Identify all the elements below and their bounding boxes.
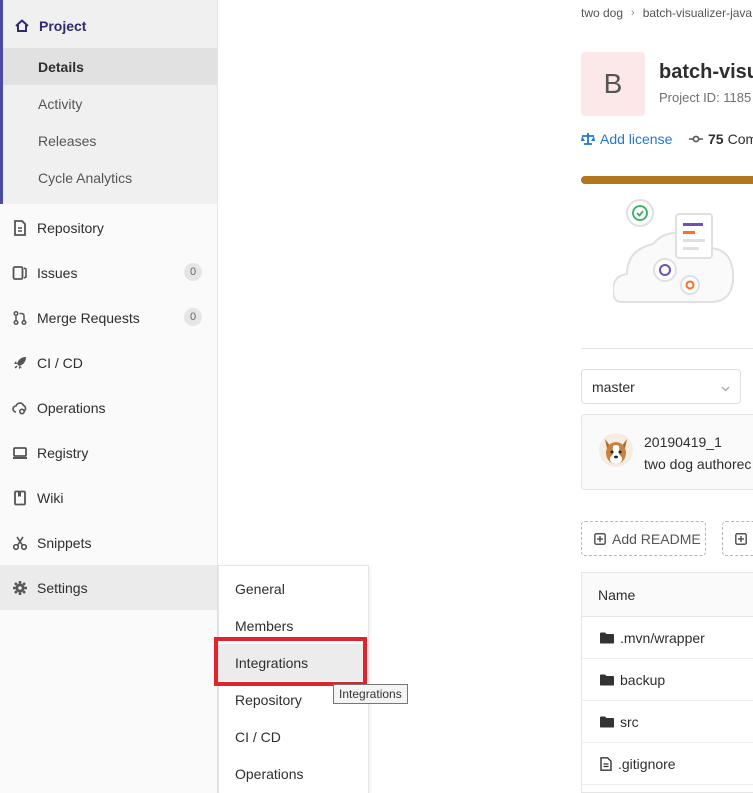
sidebar-item-ci-cd[interactable]: CI / CD	[0, 340, 217, 385]
commit-icon	[689, 131, 703, 147]
sidebar-item-snippets[interactable]: Snippets	[0, 520, 217, 565]
language-bar-fill	[581, 176, 753, 184]
file-name: .mvn/wrapper	[620, 629, 705, 646]
sidebar-item-details[interactable]: Details	[3, 48, 217, 85]
home-icon	[14, 18, 30, 34]
flyout-item-ci-cd[interactable]: CI / CD	[219, 718, 368, 755]
add-readme-button[interactable]: Add README	[581, 521, 706, 556]
folder-icon	[600, 632, 614, 644]
sidebar-item-label: Details	[38, 58, 84, 75]
plus-square-icon	[735, 532, 747, 545]
project-nav-group: Project Details Activity Releases Cycle …	[0, 0, 217, 204]
sidebar-item-label: Merge Requests	[37, 309, 140, 326]
folder-icon	[600, 716, 614, 728]
cloud-gear-icon	[12, 400, 28, 416]
project-sidebar: Project Details Activity Releases Cycle …	[0, 0, 218, 793]
breadcrumb-item-group[interactable]: two dog	[581, 6, 623, 20]
table-header-name: Name	[582, 573, 753, 617]
sidebar-item-label: Releases	[38, 132, 97, 149]
sidebar-item-settings[interactable]: Settings	[0, 565, 217, 610]
sidebar-item-label: Wiki	[37, 489, 64, 506]
sidebar-item-label: Repository	[37, 219, 104, 236]
flyout-item-label: CI / CD	[235, 728, 281, 745]
table-row[interactable]: src	[582, 701, 753, 743]
file-icon	[600, 756, 612, 771]
sidebar-item-releases[interactable]: Releases	[3, 122, 217, 159]
breadcrumb: two dog › batch-visualizer-java	[581, 6, 752, 20]
sidebar-item-label: Registry	[37, 444, 89, 461]
last-commit-panel: 20190419_1 two dog authorec	[581, 414, 753, 490]
flyout-item-label: Operations	[235, 765, 304, 782]
sidebar-item-label: Snippets	[37, 534, 92, 551]
sidebar-item-label: Project	[39, 18, 87, 34]
add-license-link[interactable]: Add license	[581, 131, 672, 147]
integrations-tooltip: Integrations	[333, 684, 408, 704]
document-icon	[12, 219, 28, 236]
project-avatar: B	[581, 52, 645, 116]
file-name: backup	[620, 671, 666, 688]
issues-count-badge: 0	[184, 263, 202, 281]
file-name: src	[620, 713, 639, 730]
sidebar-item-merge-requests[interactable]: Merge Requests 0	[0, 295, 217, 340]
breadcrumb-item-project[interactable]: batch-visualizer-java	[643, 6, 752, 20]
branch-selected-value: master	[592, 378, 635, 395]
empty-pipeline-illustration	[613, 199, 735, 303]
merge-requests-count-badge: 0	[184, 308, 202, 326]
sidebar-item-wiki[interactable]: Wiki	[0, 475, 217, 520]
scissors-icon	[12, 535, 28, 551]
integrations-highlight-box	[214, 637, 367, 686]
author-avatar	[599, 433, 633, 467]
table-row[interactable]: .gitignore	[582, 743, 753, 785]
merge-request-icon	[12, 310, 28, 326]
sidebar-item-operations[interactable]: Operations	[0, 385, 217, 430]
chevron-right-icon: ›	[631, 7, 635, 19]
disk-icon	[12, 445, 28, 461]
file-tree-table: Name .mvn/wrapper backup src .gitignore	[581, 572, 753, 793]
sidebar-item-label: Activity	[38, 95, 83, 112]
sidebar-item-activity[interactable]: Activity	[3, 85, 217, 122]
table-row[interactable]: backup	[582, 659, 753, 701]
gear-icon	[12, 580, 28, 596]
sidebar-item-label: Settings	[37, 579, 88, 596]
flyout-item-operations[interactable]: Operations	[219, 755, 368, 792]
sidebar-item-label: Cycle Analytics	[38, 169, 133, 186]
add-file-button[interactable]	[722, 521, 753, 556]
project-id: Project ID: 1185	[659, 90, 752, 105]
add-license-label: Add license	[600, 131, 673, 147]
flyout-item-label: Repository	[235, 691, 302, 708]
book-icon	[12, 490, 28, 506]
commits-count: 75	[708, 131, 724, 147]
table-row[interactable]: .mvn/wrapper	[582, 617, 753, 659]
commits-link[interactable]: 75 Com	[689, 131, 753, 147]
sidebar-item-repository[interactable]: Repository	[0, 205, 217, 250]
file-name: .gitignore	[618, 755, 676, 772]
commit-author-meta: two dog authorec	[644, 456, 752, 472]
commit-title-link[interactable]: 20190419_1	[644, 434, 722, 450]
commits-label: Com	[727, 131, 753, 147]
plus-square-icon	[594, 532, 606, 545]
sidebar-item-project[interactable]: Project	[3, 8, 217, 44]
repository-languages-bar	[581, 176, 753, 184]
rocket-icon	[12, 355, 28, 371]
branch-dropdown[interactable]: master	[581, 369, 741, 404]
project-title: batch-visu	[659, 61, 753, 83]
issues-icon	[12, 265, 28, 281]
add-readme-label: Add README	[612, 530, 701, 547]
flyout-item-general[interactable]: General	[219, 570, 368, 607]
flyout-item-label: Members	[235, 617, 294, 634]
flyout-item-label: General	[235, 580, 285, 597]
folder-icon	[600, 674, 614, 686]
sidebar-item-registry[interactable]: Registry	[0, 430, 217, 475]
chevron-down-icon	[720, 381, 731, 397]
sidebar-item-label: Issues	[37, 264, 78, 281]
sidebar-item-issues[interactable]: Issues 0	[0, 250, 217, 295]
sidebar-item-label: Operations	[37, 399, 106, 416]
section-divider	[581, 348, 753, 349]
sidebar-item-label: CI / CD	[37, 354, 83, 371]
sidebar-item-cycle-analytics[interactable]: Cycle Analytics	[3, 159, 217, 196]
scale-icon	[581, 132, 595, 146]
